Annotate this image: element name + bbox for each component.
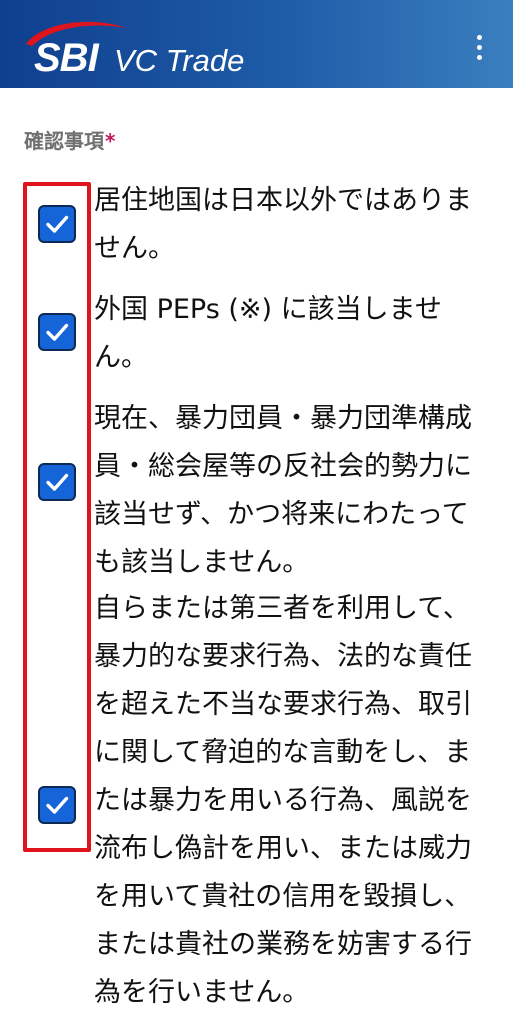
required-asterisk: * (105, 129, 116, 153)
logo-sbi-text: SBI (34, 36, 99, 80)
checkmark-icon (46, 473, 69, 491)
checkmark-icon (46, 796, 69, 814)
confirm-item-label-3: 現在、暴力団員・暴力団準構成員・総会屋等の反社会的勢力に該当せず、かつ将来にわた… (94, 403, 472, 578)
confirm-checkbox-2[interactable] (38, 313, 76, 351)
confirmation-section-label: 確認事項* (24, 126, 115, 156)
sbi-vc-trade-logo[interactable]: SBI VC Trade (22, 18, 262, 78)
confirm-item-label-1: 居住地国は日本以外ではありません。 (94, 185, 472, 264)
logo-vc-trade-text: VC Trade (114, 43, 245, 78)
app-header: SBI VC Trade (0, 0, 513, 88)
checkmark-icon (46, 323, 69, 341)
confirm-checkbox-1[interactable] (38, 205, 76, 243)
checkmark-icon (46, 215, 69, 233)
confirm-checkbox-4[interactable] (38, 786, 76, 824)
checkbox-highlight-frame (23, 182, 91, 852)
more-vertical-icon[interactable] (466, 28, 492, 66)
confirm-item-label-4: 自らまたは第三者を利用して、暴力的な要求行為、法的な責任を超えた不当な要求行為、… (94, 593, 472, 1008)
confirm-checkbox-3[interactable] (38, 463, 76, 501)
section-label-text: 確認事項 (24, 129, 104, 153)
confirm-item-label-2: 外国 PEPs (※) に該当しません。 (94, 294, 442, 373)
